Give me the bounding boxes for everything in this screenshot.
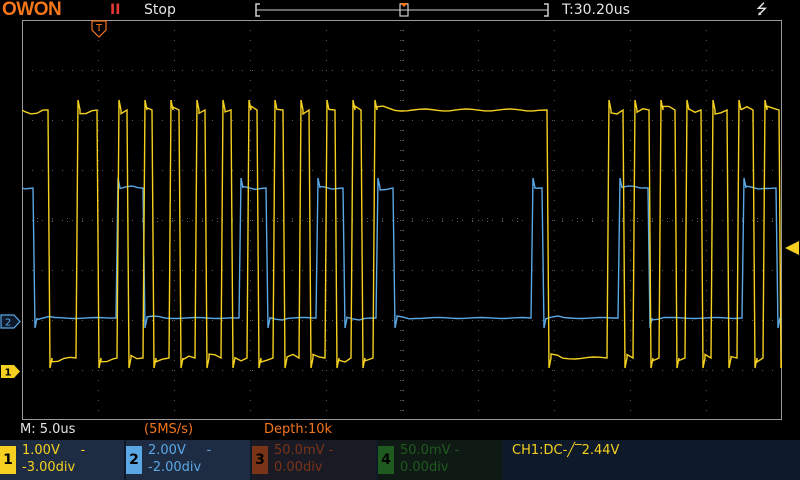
ch2-offset: -2.00div: [148, 460, 202, 475]
svg-text:2: 2: [5, 318, 11, 329]
memory-window-marker: [400, 3, 408, 7]
trigger-position-marker[interactable]: T: [91, 20, 107, 38]
ch2-info[interactable]: 2 2.00V - -2.00div: [126, 440, 250, 480]
ch2-volts: 2.00V -: [148, 443, 212, 458]
trigger-level-marker[interactable]: [783, 241, 800, 255]
svg-text:1: 1: [5, 368, 12, 379]
ch4-volts: 50.0mV -: [400, 443, 460, 458]
ch2-badge: 2: [126, 446, 142, 474]
ch4-badge: 4: [378, 446, 394, 474]
top-status-bar: OWON II Stop T:30.20us ⭍: [0, 0, 800, 20]
ch3-volts: 50.0mV -: [274, 443, 334, 458]
ch4-offset: 0.00div: [400, 460, 449, 475]
ch2-ground-marker[interactable]: 2: [0, 314, 22, 329]
ch1-offset: -3.00div: [22, 460, 76, 475]
channel-panel: 1 1.00V - -3.00div 2 2.00V - -2.00div 3 …: [0, 440, 800, 480]
svg-text:T: T: [95, 23, 103, 34]
owon-logo: OWON: [2, 0, 62, 20]
ch1-badge: 1: [0, 446, 16, 474]
ch3-badge: 3: [252, 446, 268, 474]
graticule: [22, 20, 773, 411]
waveform-display[interactable]: [22, 20, 782, 420]
ch1-ground-marker[interactable]: 1: [0, 364, 22, 379]
ch1-volts: 1.00V -: [22, 443, 86, 458]
memory-position-bar[interactable]: [254, 3, 550, 17]
ch3-offset: 0.00div: [274, 460, 323, 475]
acquisition-info: M: 5.0us (5MS/s) Depth:10k: [0, 420, 800, 440]
acquisition-status: Stop: [144, 2, 176, 18]
sample-rate: (5MS/s): [144, 422, 194, 437]
ch1-info[interactable]: 1 1.00V - -3.00div: [0, 440, 124, 480]
timebase[interactable]: M: 5.0us: [20, 422, 75, 438]
trigger-settings[interactable]: CH1:DC-╱‾2.44V: [512, 442, 619, 459]
ch3-info[interactable]: 3 50.0mV - 0.00div: [252, 440, 376, 480]
pause-icon[interactable]: II: [110, 1, 120, 19]
ch4-info[interactable]: 4 50.0mV - 0.00div: [378, 440, 502, 480]
trigger-time: T:30.20us: [562, 2, 630, 18]
usb-icon: ⭍: [756, 2, 768, 18]
memory-depth: Depth:10k: [264, 422, 333, 437]
